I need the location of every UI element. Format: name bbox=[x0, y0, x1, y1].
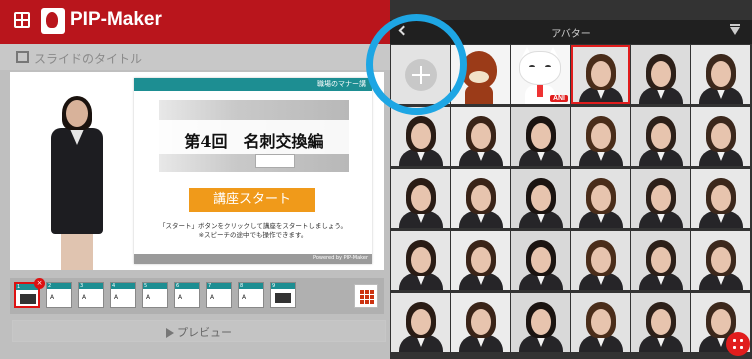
start-course-button[interactable]: 講座スタート bbox=[189, 188, 315, 212]
slide-content[interactable]: 職場のマナー講 第4回 名刺交換編 講座スタート 「スタート」ボタンをクリックし… bbox=[134, 78, 372, 264]
help-button[interactable] bbox=[726, 332, 750, 356]
slide-footer: Powered by PIP-Maker bbox=[134, 254, 372, 264]
slide-thumbnail[interactable]: 5A bbox=[142, 282, 168, 308]
avatar-tile[interactable] bbox=[511, 169, 570, 228]
highlight-ring bbox=[366, 14, 467, 115]
editor-pane: PIP-Maker スライドのタイトル 職場のマナー講 第4回 名刺交換編 講座… bbox=[0, 0, 390, 359]
avatar-tile[interactable] bbox=[571, 45, 630, 104]
avatar-tile[interactable] bbox=[451, 107, 510, 166]
grid-menu-icon[interactable] bbox=[14, 12, 30, 28]
slide-thumbnail[interactable]: 9 bbox=[270, 282, 296, 308]
slide-thumbnail[interactable]: 4A bbox=[110, 282, 136, 308]
thumbnail-text: A bbox=[146, 294, 151, 301]
preview-label: プレビュー bbox=[177, 326, 232, 339]
thumbnail-number: 3 bbox=[80, 283, 84, 289]
slide-thumbnail[interactable]: 7A bbox=[206, 282, 232, 308]
avatar-tile[interactable] bbox=[391, 169, 450, 228]
avatar-tile[interactable] bbox=[391, 231, 450, 290]
slide-thumbnail[interactable]: 2A bbox=[46, 282, 72, 308]
slide-thumbnail-strip: 1 2 A 3 A 4 A 5 A 6 A 7 A 8 A 9 × bbox=[10, 278, 384, 314]
avatar-tile[interactable] bbox=[391, 293, 450, 352]
slide-thumbnail[interactable]: 6A bbox=[174, 282, 200, 308]
slide-header-label: 職場のマナー講 bbox=[317, 80, 366, 88]
app-title: PIP-Maker bbox=[70, 9, 162, 30]
dots-icon bbox=[733, 339, 743, 349]
slide-list-toggle-button[interactable] bbox=[354, 284, 378, 308]
avatar-tile[interactable] bbox=[631, 293, 690, 352]
avatar-tile[interactable] bbox=[571, 169, 630, 228]
avatar-tile[interactable] bbox=[691, 169, 750, 228]
thumbnail-number: 6 bbox=[176, 283, 180, 289]
slide-hero-image: 第4回 名刺交換編 bbox=[159, 100, 349, 172]
thumbnail-text: A bbox=[114, 294, 119, 301]
app-header: PIP-Maker bbox=[0, 0, 390, 44]
slide-thumbnail[interactable]: 3A bbox=[78, 282, 104, 308]
slide-footer-label: Powered by PIP-Maker bbox=[313, 255, 368, 261]
avatar-tile[interactable] bbox=[511, 231, 570, 290]
avatar-tile[interactable] bbox=[631, 45, 690, 104]
avatar-tile[interactable] bbox=[571, 231, 630, 290]
avatar-tile[interactable] bbox=[631, 169, 690, 228]
animated-badge: ANI bbox=[549, 95, 568, 102]
avatar-tile[interactable] bbox=[571, 293, 630, 352]
thumbnail-number: 1 bbox=[17, 284, 21, 290]
avatar-tile[interactable] bbox=[451, 231, 510, 290]
delete-slide-icon[interactable]: × bbox=[34, 278, 45, 289]
avatar-tile[interactable] bbox=[391, 107, 450, 166]
avatar-tile[interactable] bbox=[691, 45, 750, 104]
thumbnail-text: A bbox=[50, 294, 55, 301]
avatar-tile[interactable] bbox=[631, 231, 690, 290]
thumbnail-number: 7 bbox=[208, 283, 212, 289]
thumbnail-number: 8 bbox=[240, 283, 244, 289]
slide-hero-text: 第4回 名刺交換編 bbox=[184, 132, 324, 151]
edit-icon bbox=[16, 51, 29, 63]
logo-icon bbox=[41, 8, 65, 34]
avatar-tile[interactable] bbox=[691, 231, 750, 290]
filter-icon[interactable] bbox=[730, 24, 740, 35]
slide-canvas[interactable]: 職場のマナー講 第4回 名刺交換編 講座スタート 「スタート」ボタンをクリックし… bbox=[10, 72, 384, 270]
avatar-tile[interactable] bbox=[631, 107, 690, 166]
thumbnail-number: 2 bbox=[48, 283, 52, 289]
avatar-tile[interactable] bbox=[691, 107, 750, 166]
thumbnail-text: A bbox=[242, 294, 247, 301]
slide-thumbnail[interactable]: 8A bbox=[238, 282, 264, 308]
preview-button[interactable]: プレビュー bbox=[12, 320, 386, 342]
slide-header: 職場のマナー講 bbox=[134, 78, 372, 91]
play-icon bbox=[166, 328, 174, 338]
thumbnail-number: 5 bbox=[144, 283, 148, 289]
slide-instructions: 「スタート」ボタンをクリックして講座をスタートしましょう。 ※スピーチの途中でも… bbox=[159, 222, 347, 239]
thumbnail-text: A bbox=[178, 294, 183, 301]
slide-title-input[interactable]: スライドのタイトル bbox=[34, 50, 142, 67]
avatar-tile[interactable] bbox=[451, 293, 510, 352]
avatar-tile[interactable] bbox=[511, 293, 570, 352]
thumbnail-text: A bbox=[210, 294, 215, 301]
thumbnail-number: 4 bbox=[112, 283, 116, 289]
avatar-tile[interactable] bbox=[571, 107, 630, 166]
thumbnail-text: A bbox=[82, 294, 87, 301]
avatar-tile-cat[interactable]: ANI bbox=[511, 45, 570, 104]
avatar-tile[interactable] bbox=[451, 169, 510, 228]
stage-avatar[interactable] bbox=[42, 96, 112, 270]
avatar-tile[interactable] bbox=[511, 107, 570, 166]
slide-title-bar[interactable]: スライドのタイトル bbox=[0, 44, 390, 70]
thumbnail-number: 9 bbox=[272, 283, 276, 289]
